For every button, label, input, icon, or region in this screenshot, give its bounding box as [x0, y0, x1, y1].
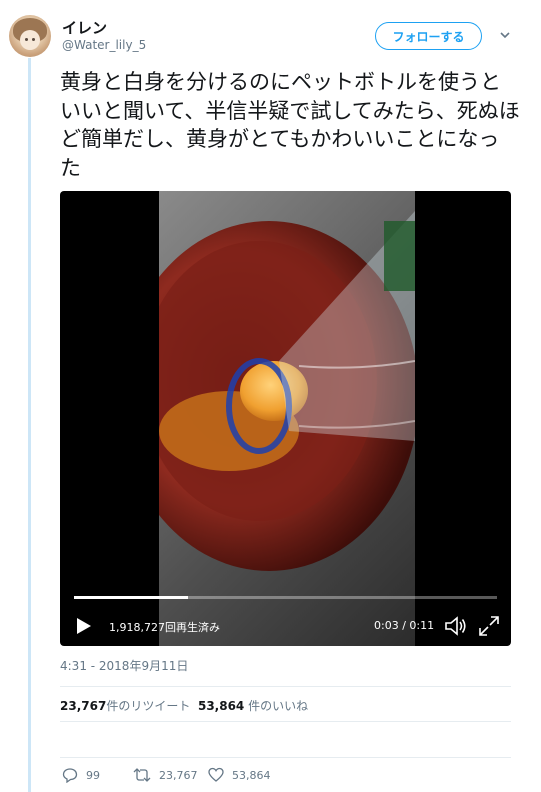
volume-icon[interactable]	[444, 615, 468, 637]
video-frame	[159, 191, 415, 646]
video-time: 0:03 / 0:11	[374, 619, 435, 632]
video-player[interactable]: 1,918,727回再生済み 0:03 / 0:11	[60, 191, 511, 646]
retweet-action-count: 23,767	[159, 768, 198, 782]
divider	[60, 721, 511, 722]
avatar-face	[20, 30, 40, 50]
user-handle[interactable]: @Water_lily_5	[62, 38, 146, 52]
play-icon[interactable]	[76, 617, 92, 635]
like-count[interactable]: 53,864	[198, 699, 244, 713]
tweet-timestamp[interactable]: 4:31 - 2018年9月11日	[60, 657, 188, 674]
heart-icon	[208, 767, 224, 782]
fullscreen-icon[interactable]	[478, 615, 500, 637]
retweet-action[interactable]: 23,767	[133, 767, 198, 783]
retweet-icon	[133, 768, 151, 782]
avatar-eye	[32, 38, 35, 41]
retweet-count[interactable]: 23,767	[60, 699, 106, 713]
tweet-header: イレン @Water_lily_5 フォローする	[0, 0, 541, 60]
tweet-text: 黄身と白身を分けるのにペットボトルを使うといいと聞いて、半信半疑で試してみたら、…	[60, 70, 520, 180]
video-progress-bar[interactable]	[74, 596, 497, 599]
tweet-stats: 23,767件のリツイート 53,864 件のいいね	[60, 697, 308, 714]
chevron-down-icon[interactable]	[498, 28, 512, 42]
like-action-count: 53,864	[232, 768, 271, 782]
reply-action[interactable]: 99	[62, 767, 100, 783]
reply-icon	[62, 768, 78, 783]
reply-count: 99	[86, 768, 100, 782]
divider	[60, 757, 511, 758]
follow-button[interactable]: フォローする	[375, 22, 482, 50]
view-count: 1,918,727回再生済み	[109, 621, 220, 634]
divider	[60, 686, 511, 687]
retweet-label[interactable]: 件のリツイート	[106, 699, 190, 713]
video-progress-fill	[74, 596, 189, 599]
display-name[interactable]: イレン	[62, 17, 107, 38]
thread-line	[28, 58, 31, 792]
like-label[interactable]: 件のいいね	[244, 699, 308, 713]
avatar-eye	[25, 38, 28, 41]
avatar[interactable]	[9, 15, 51, 57]
like-action[interactable]: 53,864	[208, 767, 271, 783]
video-frame-image	[159, 211, 415, 571]
